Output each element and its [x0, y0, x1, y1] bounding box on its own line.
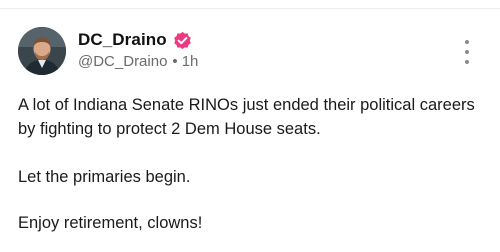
avatar-portrait [18, 27, 66, 75]
display-name[interactable]: DC_Draino [78, 30, 167, 50]
post-paragraph: Let the primaries begin. [18, 168, 191, 186]
post-paragraph: Enjoy retirement, clowns! [18, 214, 203, 232]
more-dot [465, 50, 469, 54]
more-dot [465, 40, 469, 44]
author-name-row: DC_Draino [78, 29, 193, 51]
post-card: DC_Draino @DC_Draino • 1h A lot of India… [0, 0, 500, 252]
timestamp[interactable]: 1h [182, 53, 199, 70]
divider [0, 8, 500, 9]
verified-badge-icon [172, 30, 193, 51]
more-options-icon[interactable] [460, 40, 474, 64]
handle[interactable]: @DC_Draino [78, 53, 167, 70]
post-paragraph: A lot of Indiana Senate RINOs just ended… [18, 96, 475, 138]
post-body: A lot of Indiana Senate RINOs just ended… [18, 93, 488, 235]
author-meta-row: @DC_Draino • 1h [78, 53, 198, 70]
meta-separator: • [172, 53, 178, 70]
more-dot [465, 60, 469, 64]
avatar[interactable] [18, 27, 66, 75]
